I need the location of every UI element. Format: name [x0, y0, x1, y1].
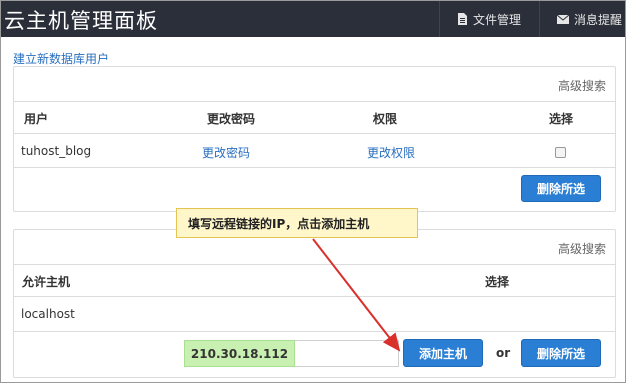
user-name-cell: tuhost_blog	[21, 144, 92, 158]
db-users-panel: 高级搜索 用户 更改密码 权限 选择 tuhost_blog 更改密码 更改权限…	[13, 66, 616, 212]
row-divider	[14, 296, 615, 297]
column-header-select: 选择	[485, 275, 510, 289]
envelope-icon	[557, 14, 569, 24]
row-divider	[14, 331, 615, 332]
add-host-button[interactable]: 添加主机	[403, 339, 483, 367]
top-bar: 云主机管理面板 文件管理 消息提醒	[1, 1, 625, 37]
delete-selected-users-button[interactable]: 删除所选	[521, 175, 601, 202]
annotation-callout: 填写远程链接的IP，点击添加主机	[176, 208, 418, 238]
row-divider	[14, 133, 615, 134]
row-select-checkbox[interactable]	[555, 147, 566, 158]
create-db-user-link[interactable]: 建立新数据库用户	[13, 50, 109, 67]
nav-messages-label: 消息提醒	[574, 12, 623, 27]
delete-selected-hosts-button[interactable]: 删除所选	[521, 339, 601, 367]
app-title: 云主机管理面板	[4, 9, 158, 33]
panel-header: 高级搜索	[14, 67, 615, 102]
change-password-link[interactable]: 更改密码	[202, 144, 250, 161]
column-header-user: 用户	[24, 112, 49, 126]
column-header-allowed-host: 允许主机	[22, 275, 71, 289]
nav-divider	[439, 1, 440, 37]
advanced-search-link[interactable]: 高级搜索	[558, 77, 606, 94]
nav-file-manager-label: 文件管理	[473, 12, 522, 27]
nav-messages[interactable]: 消息提醒	[557, 1, 622, 37]
column-header-select: 选择	[549, 112, 574, 126]
nav-divider	[539, 1, 540, 37]
column-header-change-password: 更改密码	[207, 112, 256, 126]
ip-input-value[interactable]: 210.30.18.112	[184, 340, 295, 367]
column-header-permissions: 权限	[373, 112, 398, 126]
host-name-cell: localhost	[21, 307, 75, 321]
advanced-search-link[interactable]: 高级搜索	[558, 240, 606, 257]
nav-file-manager[interactable]: 文件管理	[457, 1, 521, 37]
document-icon	[457, 13, 468, 25]
change-permissions-link[interactable]: 更改权限	[367, 144, 415, 161]
or-label: or	[496, 346, 511, 360]
annotation-text: 填写远程链接的IP，点击添加主机	[188, 216, 370, 231]
row-divider	[14, 167, 615, 168]
app-window: 云主机管理面板 文件管理 消息提醒 建立新数据库用户 高级搜索 用户 更改密码 …	[0, 0, 626, 383]
